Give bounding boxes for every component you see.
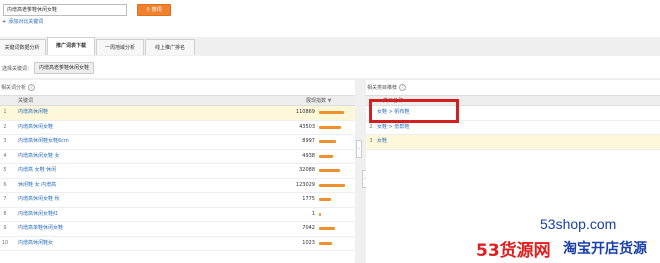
related-words-table-header: 关键词 展现指数 ▼ bbox=[0, 95, 355, 106]
row-number: 3 bbox=[369, 138, 373, 144]
table-row: 9 内增高单鞋休闲女鞋 7042 bbox=[0, 222, 355, 237]
table-row: 3 内增高休闲鞋女鞋6cm 8997 bbox=[0, 135, 355, 150]
keyword-link[interactable]: 内增高休闲鞋 bbox=[18, 109, 48, 115]
row-number: 2 bbox=[3, 123, 7, 130]
table-row: 2 内增高休闲女鞋 43503 bbox=[0, 121, 355, 135]
row-number: 4 bbox=[3, 152, 7, 159]
tab-weekly-region-analysis[interactable]: 一周地域分析 bbox=[96, 39, 144, 55]
related-words-panel: 相关词分析? 关键词 展现指数 ▼ 1 内增高休闲鞋 110869 2 内增高休闲女鞋 4… bbox=[0, 80, 355, 263]
col-keyword-header: 关键词 bbox=[18, 98, 34, 104]
impression-bar bbox=[319, 154, 333, 158]
impression-count: 32088 bbox=[299, 167, 315, 173]
selected-keyword-chip[interactable]: 内增高老爹鞋休闲女鞋 bbox=[34, 62, 95, 74]
category-row: 3 女鞋 bbox=[366, 135, 660, 150]
row-number: 5 bbox=[3, 167, 7, 173]
search-button-label: 搜词 bbox=[151, 7, 162, 13]
impression-bar bbox=[319, 111, 344, 114]
impression-bar bbox=[319, 227, 335, 230]
related-words-title: 相关词分析? bbox=[1, 84, 36, 91]
table-row: 1 内增高休闲鞋 110869 bbox=[0, 106, 355, 121]
table-row: 7 内增高休闲女鞋 秋 1775 bbox=[0, 193, 355, 208]
keyword-select-row bbox=[0, 56, 660, 78]
row-number: 9 bbox=[3, 225, 7, 231]
keyword-search-input[interactable]: 内增高老爹鞋休闲女鞋 bbox=[3, 4, 127, 16]
col-impressions-label: 展现指数 bbox=[306, 98, 327, 104]
row-number: 8 bbox=[3, 210, 7, 217]
impression-count: 8997 bbox=[302, 138, 315, 144]
keyword-link[interactable]: 内增高休闲鞋女鞋6cm bbox=[18, 138, 69, 144]
collapse-right-arrow[interactable]: › bbox=[356, 140, 362, 158]
category-link[interactable]: 女鞋 bbox=[377, 138, 387, 144]
keyword-link[interactable]: 内增高休闲女鞋 秋 bbox=[18, 196, 60, 202]
sort-down-icon: ▼ bbox=[327, 98, 332, 104]
help-icon[interactable]: ? bbox=[399, 84, 407, 91]
table-row: 8 内增高休闲女鞋红 1 bbox=[0, 208, 355, 222]
impression-bar bbox=[319, 125, 341, 129]
watermark-url: 53shop.com bbox=[540, 216, 617, 232]
row-number: 7 bbox=[3, 196, 7, 202]
related-words-title-text: 相关词分析 bbox=[1, 85, 27, 91]
impression-count: 1023 bbox=[302, 239, 315, 246]
col-impressions-header[interactable]: 展现指数 ▼ bbox=[306, 97, 331, 104]
impression-bar bbox=[319, 212, 321, 216]
search-button[interactable]: ⚲ 搜词 bbox=[137, 4, 171, 16]
impression-bar bbox=[319, 198, 331, 201]
impression-count: 110869 bbox=[295, 109, 315, 115]
keyword-link[interactable]: 休闲鞋 女 内增高 bbox=[18, 182, 56, 188]
keyword-link[interactable]: 内增高休闲女鞋 bbox=[18, 124, 53, 130]
impression-count: 43503 bbox=[299, 123, 315, 130]
impression-count: 1775 bbox=[302, 196, 315, 202]
add-compare-keyword-label: 添加对比关键词 bbox=[8, 19, 44, 25]
related-categories-title-text: 相关类目推荐 bbox=[367, 85, 398, 91]
impression-count: 4938 bbox=[302, 152, 315, 159]
impression-bar bbox=[319, 183, 345, 187]
row-number: 6 bbox=[3, 181, 7, 188]
table-row: 6 休闲鞋 女 内增高 123029 bbox=[0, 179, 355, 193]
row-number: 1 bbox=[3, 109, 7, 115]
tab-keyword-analysis[interactable]: 关键词数据分析 bbox=[0, 39, 46, 55]
help-icon[interactable]: ? bbox=[28, 84, 36, 91]
impression-bar bbox=[319, 140, 336, 143]
impression-bar bbox=[319, 169, 340, 172]
impression-bar bbox=[319, 241, 332, 245]
table-row: 10 内增高休闲鞋女 1023 bbox=[0, 237, 355, 251]
related-words-rows: 1 内增高休闲鞋 110869 2 内增高休闲女鞋 43503 3 内增高休闲鞋女鞋6cm 89… bbox=[0, 106, 355, 251]
add-compare-keyword-link[interactable]: + 添加对比关键词 bbox=[2, 18, 43, 25]
row-number: 3 bbox=[3, 138, 7, 144]
impression-count: 123029 bbox=[295, 181, 315, 188]
highlight-annotation-box bbox=[369, 99, 459, 123]
keyword-link[interactable]: 内增高单鞋休闲女鞋 bbox=[18, 225, 63, 231]
impression-count: 1 bbox=[311, 210, 315, 217]
row-number: 10 bbox=[1, 239, 9, 246]
table-row: 4 内增高休闲女鞋 女 4938 bbox=[0, 150, 355, 164]
watermark-brand: 53货源网 bbox=[476, 241, 551, 261]
category-link[interactable]: 女鞋 > 低帮鞋 bbox=[377, 124, 409, 130]
search-icon: ⚲ bbox=[146, 7, 151, 13]
keyword-select-label: 选择关键词： bbox=[2, 66, 33, 72]
impression-count: 7042 bbox=[302, 225, 315, 231]
tab-online-promo-ranking[interactable]: 线上推广排名 bbox=[145, 39, 195, 55]
keyword-link[interactable]: 内增高休闲女鞋 女 bbox=[18, 153, 60, 159]
keyword-link[interactable]: 内增高休闲女鞋红 bbox=[18, 211, 58, 217]
tab-promo-wordlist-download[interactable]: 推广词表下载 bbox=[47, 37, 95, 55]
keyword-link[interactable]: 内增高 女鞋 休闲 bbox=[18, 167, 56, 173]
plus-icon: + bbox=[2, 19, 7, 25]
related-categories-title: 相关类目推荐? bbox=[367, 84, 407, 91]
table-row: 5 内增高 女鞋 休闲 32088 bbox=[0, 164, 355, 179]
keyword-link[interactable]: 内增高休闲鞋女 bbox=[18, 240, 53, 246]
watermark-slogan: 淘宝开店货源 bbox=[563, 241, 647, 257]
